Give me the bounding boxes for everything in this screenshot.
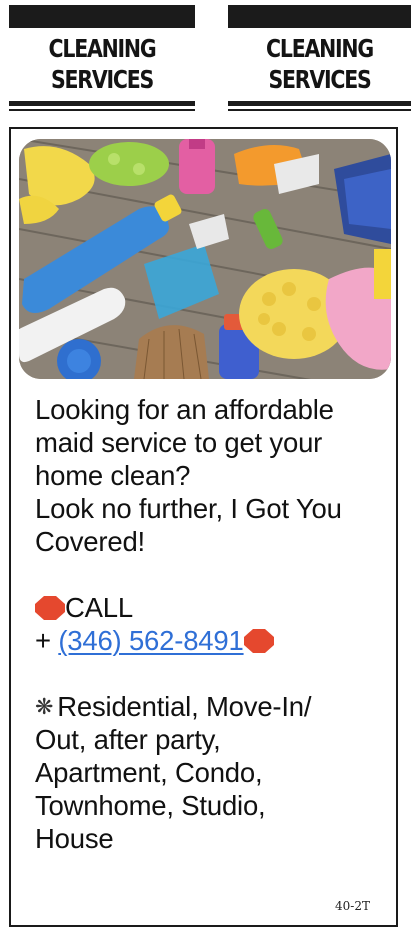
heading-rule-thick — [9, 101, 195, 106]
section-heading: CLEANING SERVICES — [26, 33, 179, 95]
call-line: CALL — [35, 591, 405, 624]
phone-line: + (346) 562-8491 — [35, 624, 405, 657]
header-left-column: CLEANING SERVICES — [9, 0, 195, 111]
services-line: House — [35, 823, 114, 854]
ad-text-line: Covered! — [35, 526, 145, 557]
stop-sign-icon — [243, 627, 274, 653]
ad-text-line: maid service to get your — [35, 427, 323, 458]
header-top-bar — [228, 5, 411, 28]
header-top-bar — [9, 5, 195, 28]
services-line: Apartment, Condo, — [35, 757, 263, 788]
ad-message: Looking for an affordable maid service t… — [35, 393, 405, 855]
stop-sign-icon — [35, 594, 65, 620]
heading-line-1: CLEANING — [48, 34, 157, 63]
heading-rule-thin — [228, 109, 411, 111]
services-line: Townhome, Studio, — [35, 790, 266, 821]
ad-code: 40-2T — [335, 899, 370, 913]
services-line: ❋ Residential, Move-In/ — [35, 690, 405, 723]
heading-line-1: CLEANING — [266, 34, 374, 63]
section-heading: CLEANING SERVICES — [244, 33, 394, 95]
heading-line-2: SERVICES — [268, 65, 371, 94]
phone-prefix: + — [35, 625, 59, 656]
cleaning-supplies-photo — [19, 139, 391, 379]
heading-line-2: SERVICES — [50, 65, 154, 94]
phone-number-link[interactable]: (346) 562-8491 — [58, 625, 243, 656]
header-right-column: CLEANING SERVICES — [228, 0, 411, 111]
ad-text-line: Looking for an affordable — [35, 394, 334, 425]
heading-rule-thin — [9, 109, 195, 111]
services-line: Out, after party, — [35, 724, 221, 755]
heading-rule-thick — [228, 101, 411, 106]
call-label: CALL — [65, 592, 133, 623]
services-text: Residential, Move-In/ — [57, 691, 312, 722]
ad-text-line: Look no further, I Got You — [35, 493, 342, 524]
sparkle-icon: ❋ — [35, 694, 54, 719]
ad-text-line: home clean? — [35, 460, 191, 491]
classified-ad: Looking for an affordable maid service t… — [9, 127, 398, 927]
